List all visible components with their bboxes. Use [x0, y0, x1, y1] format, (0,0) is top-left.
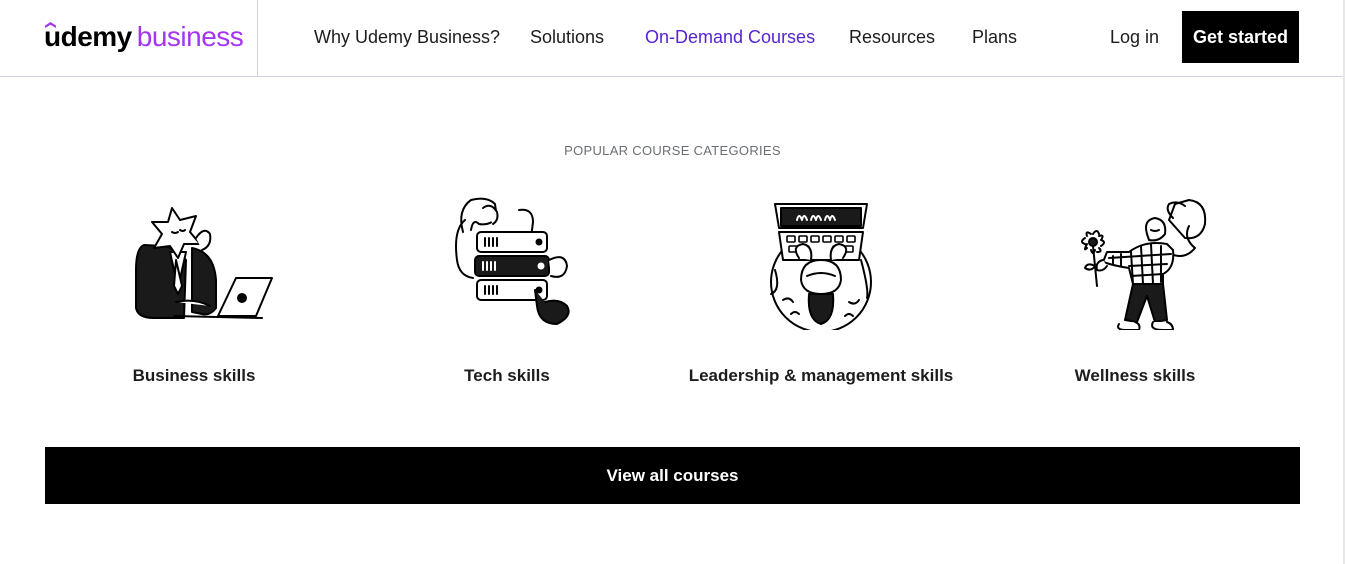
category-wellness-skills[interactable]: Wellness skills [975, 190, 1295, 385]
logo-hat-icon [45, 22, 56, 28]
server-rack-hands-illustration [455, 197, 570, 325]
logo-container: udemy business [0, 0, 258, 76]
login-link[interactable]: Log in [1110, 26, 1159, 48]
category-label: Wellness skills [1074, 366, 1196, 385]
section-heading: POPULAR COURSE CATEGORIES [564, 143, 781, 158]
category-label: Leadership & management skills [688, 366, 954, 385]
star-businessperson-laptop-illustration [135, 207, 273, 319]
nav-plans[interactable]: Plans [972, 26, 1017, 48]
nav-on-demand-courses[interactable]: On-Demand Courses [645, 26, 815, 48]
get-started-button[interactable]: Get started [1182, 11, 1299, 63]
nav-solutions[interactable]: Solutions [530, 26, 604, 48]
site-header: udemy business Why Udemy Business? Solut… [0, 0, 1345, 77]
view-all-courses-button[interactable]: View all courses [45, 447, 1300, 504]
category-leadership-management-skills[interactable]: Leadership & management skills [661, 190, 981, 385]
category-label: Tech skills [464, 366, 550, 385]
category-business-skills[interactable]: Business skills [34, 190, 354, 385]
nav-why-udemy-business[interactable]: Why Udemy Business? [314, 26, 500, 48]
person-at-keyboard-illustration [770, 203, 872, 330]
udemy-business-logo[interactable]: udemy business [44, 19, 244, 55]
category-tech-skills[interactable]: Tech skills [347, 190, 667, 385]
nav-resources[interactable]: Resources [849, 26, 935, 48]
person-drinking-flower-illustration [1081, 199, 1207, 330]
logo-udemy-text: udemy [44, 21, 132, 52]
logo-business-text: business [136, 21, 244, 52]
category-label: Business skills [132, 366, 256, 385]
